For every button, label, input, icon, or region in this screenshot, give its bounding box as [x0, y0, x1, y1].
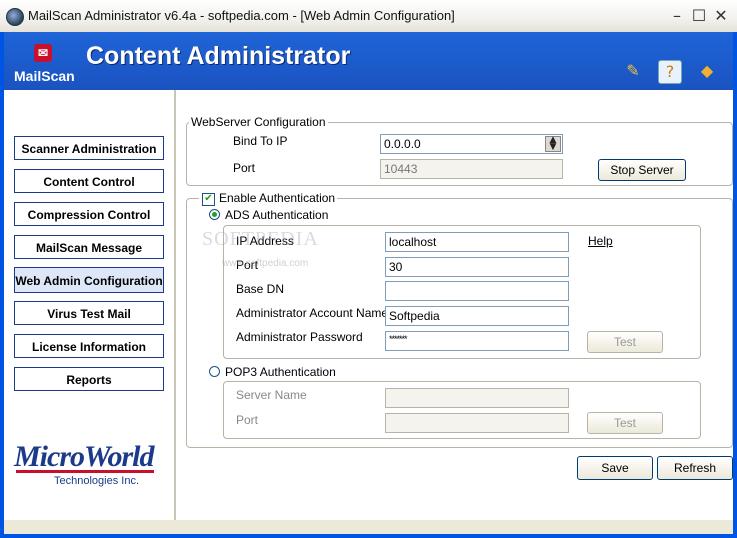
admin-account-field[interactable]: Softpedia — [385, 306, 569, 326]
ads-auth-radio[interactable] — [209, 209, 220, 220]
webserver-group: WebServer Configuration Bind To IP 0.0.0… — [186, 115, 733, 186]
help-icon[interactable]: ? — [658, 60, 682, 84]
microworld-logo: MicroWorld Technologies Inc. — [14, 440, 164, 500]
nav-content-control[interactable]: Content Control — [14, 169, 164, 193]
softpedia-watermark-url: www.softpedia.com — [222, 258, 309, 269]
main-panel: WebServer Configuration Bind To IP 0.0.0… — [176, 90, 733, 520]
admin-password-label: Administrator Password — [236, 330, 363, 344]
ads-port-field[interactable]: 30 — [385, 257, 569, 277]
pop3-port-field[interactable] — [385, 413, 569, 433]
pop3-settings-box: Server Name Port Test — [223, 381, 701, 439]
pop3-port-label: Port — [236, 413, 259, 427]
eraser-icon[interactable]: ◆ — [696, 60, 718, 82]
page-title: Content Administrator — [86, 42, 351, 70]
refresh-button[interactable]: Refresh — [657, 456, 733, 480]
bind-ip-label: Bind To IP — [233, 134, 288, 148]
server-name-field[interactable] — [385, 388, 569, 408]
nav-scanner-administration[interactable]: Scanner Administration — [14, 136, 164, 160]
webserver-port-field[interactable]: 10443 — [380, 159, 563, 179]
bind-ip-value: 0.0.0.0 — [384, 137, 421, 151]
pop3-auth-radio[interactable] — [209, 366, 220, 377]
header-banner: ✉ MailScan Content Administrator ✎ ? ◆ — [4, 32, 733, 90]
combo-spin-icon[interactable]: ▲ ▼ — [545, 136, 561, 152]
logo-text: MailScan — [14, 68, 75, 84]
pop3-auth-label: POP3 Authentication — [225, 365, 336, 379]
logo-swoosh — [16, 470, 154, 473]
webserver-legend: WebServer Configuration — [189, 115, 328, 129]
help-link[interactable]: Help — [588, 234, 613, 248]
enable-auth-label: Enable Authentication — [199, 191, 338, 205]
save-button[interactable]: Save — [577, 456, 653, 480]
close-button[interactable]: ✕ — [711, 6, 731, 26]
admin-password-field[interactable]: ******* — [385, 331, 569, 351]
maximize-button[interactable]: ☐ — [689, 6, 709, 26]
base-dn-field[interactable] — [385, 281, 569, 301]
stop-server-button[interactable]: Stop Server — [598, 159, 686, 181]
window-title: MailScan Administrator v6.4a - softpedia… — [28, 8, 455, 23]
ip-address-field[interactable]: localhost — [385, 232, 569, 252]
company-logo-sub: Technologies Inc. — [54, 475, 139, 487]
base-dn-label: Base DN — [236, 282, 285, 296]
nav-virus-test-mail[interactable]: Virus Test Mail — [14, 301, 164, 325]
softpedia-watermark: SOFTPEDIA — [202, 228, 319, 250]
webserver-port-label: Port — [233, 161, 256, 175]
app-window: MailScan Administrator v6.4a - softpedia… — [0, 0, 737, 538]
mailscan-logo: ✉ MailScan — [10, 40, 78, 90]
minimize-button[interactable]: – — [667, 6, 687, 26]
pop3-test-button[interactable]: Test — [587, 412, 663, 434]
mail-icon: ✉ — [34, 44, 52, 62]
admin-account-label: Administrator Account Name — [236, 306, 389, 320]
nav-compression-control[interactable]: Compression Control — [14, 202, 164, 226]
enable-auth-checkbox[interactable]: ✔ — [202, 193, 215, 206]
nav-license-information[interactable]: License Information — [14, 334, 164, 358]
nav-reports[interactable]: Reports — [14, 367, 164, 391]
nav-web-admin-configuration[interactable]: Web Admin Configuration — [14, 267, 164, 293]
company-logo-name: MicroWorld — [14, 440, 154, 473]
app-icon — [6, 8, 24, 26]
bind-ip-combo[interactable]: 0.0.0.0 ▲ ▼ — [380, 134, 563, 154]
sidebar: Scanner Administration Content Control C… — [4, 90, 174, 520]
ads-test-button[interactable]: Test — [587, 331, 663, 353]
server-name-label: Server Name — [236, 388, 307, 402]
pencil-icon[interactable]: ✎ — [622, 60, 644, 82]
title-bar[interactable]: MailScan Administrator v6.4a - softpedia… — [0, 0, 737, 33]
nav-mailscan-message[interactable]: MailScan Message — [14, 235, 164, 259]
ads-auth-label: ADS Authentication — [225, 208, 329, 222]
